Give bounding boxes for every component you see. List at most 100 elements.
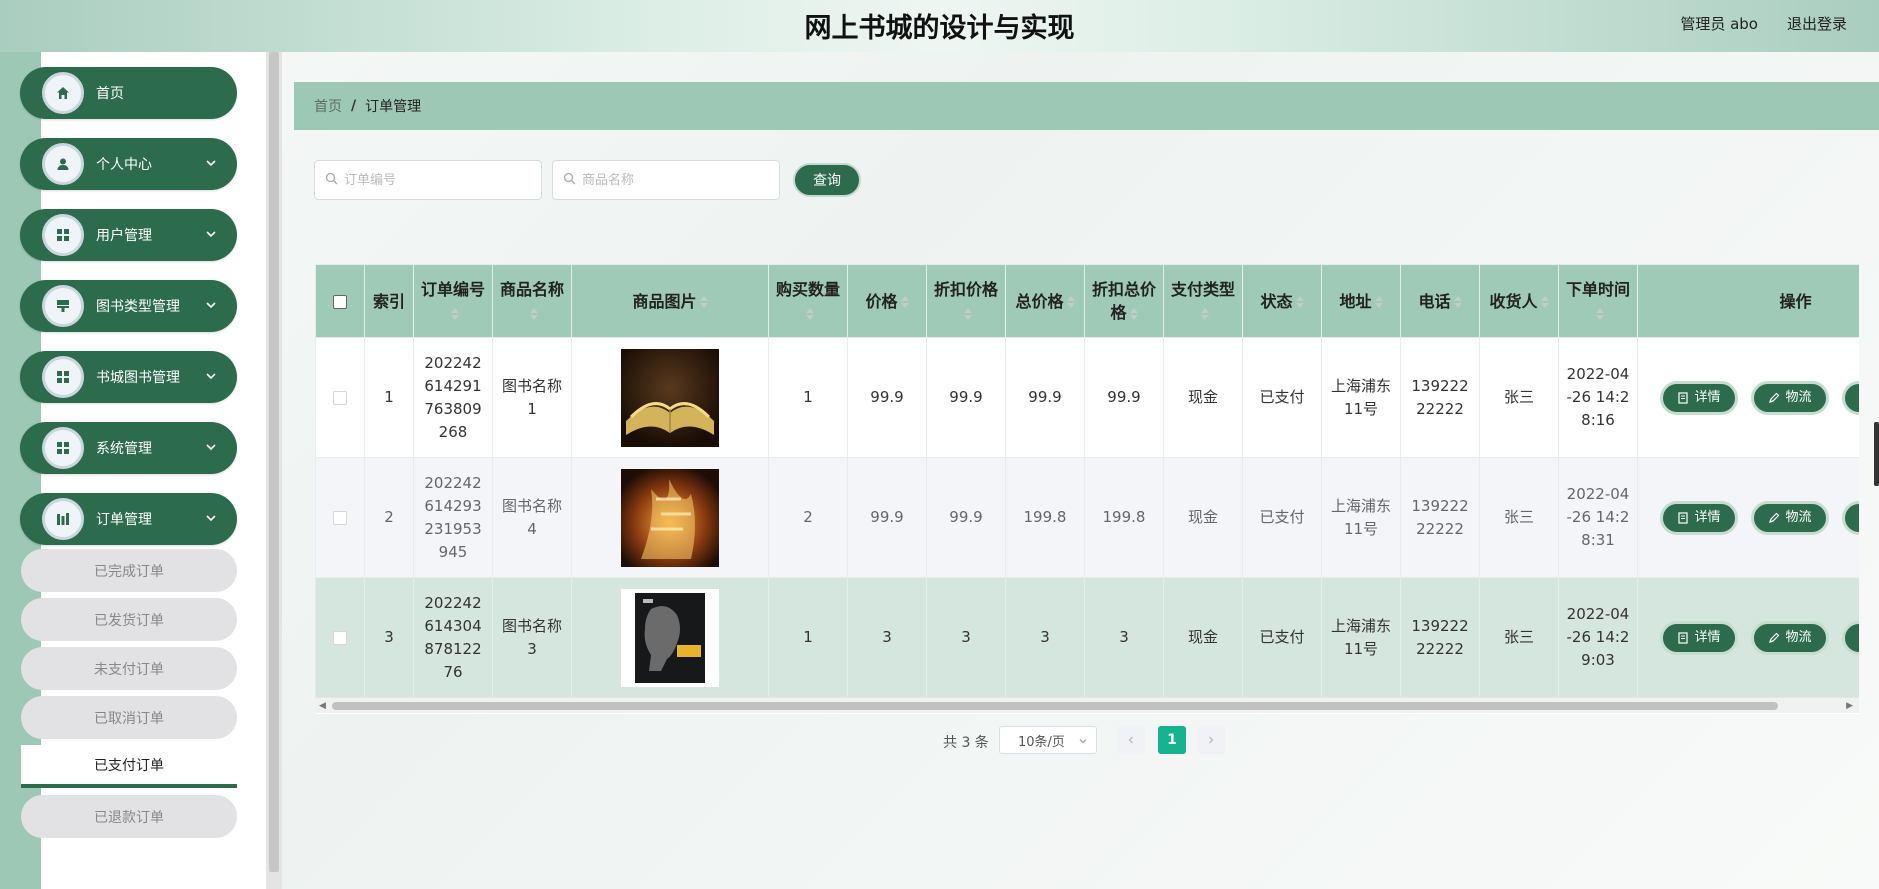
submenu-refunded-orders[interactable]: 已退款订单 <box>21 795 237 838</box>
table-row[interactable]: 2 202242614293231953945 图书名称4 2 99.9 99.… <box>315 457 1859 578</box>
status-cell: 已支付 <box>1242 457 1322 578</box>
scroll-left-arrow-icon[interactable]: ◀ <box>319 701 326 711</box>
column-header[interactable]: 折扣总价格 <box>1084 264 1164 338</box>
sidebar-item-profile[interactable]: 个人中心 <box>20 138 237 190</box>
table-horizontal-scrollbar[interactable]: ◀ ▶ <box>315 697 1859 713</box>
column-header[interactable]: 折扣价格 <box>926 264 1006 338</box>
prev-page-button[interactable] <box>1117 726 1145 754</box>
column-header[interactable]: 购买数量 <box>768 264 848 338</box>
logistics-button[interactable]: 物流 <box>1751 620 1829 655</box>
logistics-button[interactable]: 物流 <box>1751 500 1829 535</box>
price-cell: 99.9 <box>847 457 927 578</box>
sidebar-item-book-types[interactable]: 图书类型管理 <box>20 280 237 332</box>
address-cell: 上海浦东11号 <box>1321 457 1401 578</box>
column-header[interactable]: 状态 <box>1242 264 1322 338</box>
submenu-unpaid-orders[interactable]: 未支付订单 <box>21 647 237 690</box>
column-header[interactable]: 收货人 <box>1479 264 1559 338</box>
column-header[interactable]: 地址 <box>1321 264 1401 338</box>
sort-icon[interactable] <box>1129 306 1138 322</box>
sort-icon[interactable] <box>1066 294 1075 310</box>
row-checkbox[interactable] <box>333 390 347 405</box>
column-header[interactable]: 价格 <box>847 264 927 338</box>
column-header[interactable]: 总价格 <box>1005 264 1085 338</box>
page-size-value: 10条/页 <box>1018 734 1065 750</box>
document-icon <box>1678 631 1689 644</box>
submenu-paid-orders[interactable]: 已支付订单 <box>21 745 237 788</box>
grid-icon <box>42 356 84 398</box>
table-scroll-thumb[interactable] <box>332 702 1778 710</box>
product-name-input[interactable] <box>582 172 762 188</box>
sidebar-item-label: 订单管理 <box>96 512 152 528</box>
discount-total-cell: 199.8 <box>1084 457 1164 578</box>
product-name-search-field[interactable] <box>552 160 780 200</box>
edit-button[interactable] <box>1842 620 1859 655</box>
sort-icon[interactable] <box>529 306 538 322</box>
product-name-cell: 图书名称1 <box>492 337 572 458</box>
logistics-button[interactable]: 物流 <box>1751 380 1829 415</box>
detail-button[interactable]: 详情 <box>1660 500 1738 535</box>
detail-button-label: 详情 <box>1694 630 1721 645</box>
price-cell: 99.9 <box>847 337 927 458</box>
sort-icon[interactable] <box>450 306 459 322</box>
sort-icon[interactable] <box>963 306 972 322</box>
actions-cell: 详情 物流 <box>1637 337 1859 458</box>
table-row[interactable]: 3 20224261430487812276 图书名称3 1 3 3 3 3 现… <box>315 577 1859 698</box>
sidebar-item-home[interactable]: 首页 <box>20 67 237 119</box>
discount-price-cell: 3 <box>926 577 1006 698</box>
book-cover-image[interactable] <box>621 588 719 687</box>
scroll-right-arrow-icon[interactable]: ▶ <box>1846 701 1853 711</box>
query-button[interactable]: 查询 <box>793 163 861 197</box>
edit-button[interactable] <box>1842 380 1859 415</box>
sidebar-item-orders[interactable]: 订单管理 <box>20 493 237 545</box>
sort-icon[interactable] <box>1595 306 1604 322</box>
sort-icon[interactable] <box>805 306 814 322</box>
product-image-cell <box>571 577 769 698</box>
page-scrollbar-edge[interactable] <box>1874 422 1879 486</box>
page-number-button[interactable]: 1 <box>1158 726 1186 754</box>
submenu-shipped-orders[interactable]: 已发货订单 <box>21 598 237 641</box>
chevron-right-icon <box>1209 736 1214 744</box>
total-cell: 3 <box>1005 577 1085 698</box>
order-no-search-field[interactable] <box>314 160 542 200</box>
logout-link[interactable]: 退出登录 <box>1787 13 1847 34</box>
next-page-button[interactable] <box>1197 726 1225 754</box>
table-row[interactable]: 1 202242614291763809268 图书名称1 1 99.9 99.… <box>315 337 1859 458</box>
edit-button[interactable] <box>1842 500 1859 535</box>
submenu-cancelled-orders[interactable]: 已取消订单 <box>21 696 237 739</box>
sidebar-item-system[interactable]: 系统管理 <box>20 422 237 474</box>
book-cover-image[interactable] <box>621 468 719 567</box>
detail-button[interactable]: 详情 <box>1660 620 1738 655</box>
sidebar-item-books[interactable]: 书城图书管理 <box>20 351 237 403</box>
select-all-checkbox[interactable] <box>333 295 347 309</box>
breadcrumb-home-link[interactable]: 首页 <box>314 96 342 116</box>
sidebar-scrollbar[interactable] <box>266 52 282 889</box>
column-header[interactable]: 商品名称 <box>492 264 572 338</box>
column-header[interactable]: 商品图片 <box>571 264 769 338</box>
sort-icon[interactable] <box>699 294 708 310</box>
column-header[interactable]: 订单编号 <box>413 264 493 338</box>
row-checkbox[interactable] <box>333 630 347 645</box>
pagination-total: 共 3 条 <box>943 735 989 751</box>
row-checkbox[interactable] <box>333 510 347 525</box>
logistics-button-label: 物流 <box>1785 510 1812 525</box>
stamp-icon <box>42 285 84 327</box>
column-header[interactable]: 下单时间 <box>1558 264 1638 338</box>
phone-cell: 13922222222 <box>1400 337 1480 458</box>
book-cover-image[interactable] <box>621 348 719 447</box>
sort-icon[interactable] <box>1540 294 1549 310</box>
sidebar-scroll-thumb[interactable] <box>269 52 279 872</box>
column-header[interactable]: 支付类型 <box>1163 264 1243 338</box>
sort-icon[interactable] <box>1295 294 1304 310</box>
submenu-completed-orders[interactable]: 已完成订单 <box>21 549 237 592</box>
phone-cell: 13922222222 <box>1400 577 1480 698</box>
sort-icon[interactable] <box>1200 306 1209 322</box>
order-no-input[interactable] <box>344 172 524 188</box>
sort-icon[interactable] <box>900 294 909 310</box>
page-size-select[interactable]: 10条/页 <box>999 726 1097 754</box>
sort-icon[interactable] <box>1453 294 1462 310</box>
detail-button[interactable]: 详情 <box>1660 380 1738 415</box>
edit-icon <box>1769 392 1780 403</box>
sort-icon[interactable] <box>1374 294 1383 310</box>
column-header[interactable]: 电话 <box>1400 264 1480 338</box>
sidebar-item-users[interactable]: 用户管理 <box>20 209 237 261</box>
